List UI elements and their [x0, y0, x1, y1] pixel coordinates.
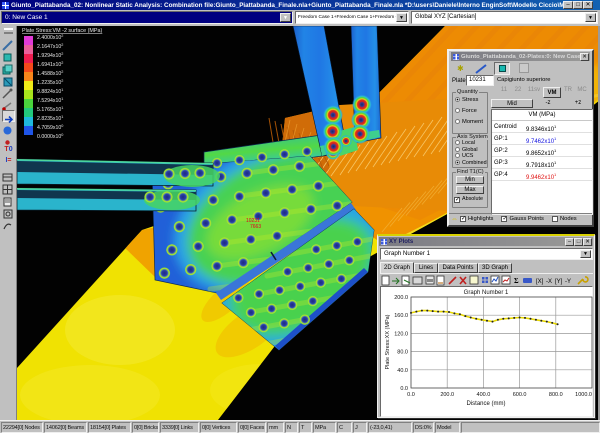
- svg-text:200.0: 200.0: [394, 295, 408, 301]
- svg-text:0.0: 0.0: [407, 392, 415, 398]
- svg-text:800.0: 800.0: [549, 392, 563, 398]
- svg-text:400.0: 400.0: [477, 392, 491, 398]
- svg-text:9.8824x101: 9.8824x101: [37, 88, 63, 95]
- svg-text:-X: -X: [546, 279, 552, 285]
- svg-text:Plate Stress:VM -2 surface (MP: Plate Stress:VM -2 surface (MPa): [22, 28, 102, 34]
- svg-text:Graph Number 1: Graph Number 1: [464, 290, 509, 296]
- svg-text:5.1765x101: 5.1765x101: [37, 106, 63, 113]
- svg-text:600.0: 600.0: [513, 392, 527, 398]
- svg-text:1.6941x102: 1.6941x102: [37, 61, 63, 68]
- svg-text:160.0: 160.0: [394, 313, 408, 319]
- svg-text:2.8235x101: 2.8235x101: [37, 115, 63, 122]
- svg-text:7663: 7663: [250, 224, 261, 230]
- svg-text:1000.0: 1000.0: [575, 392, 592, 398]
- svg-text:1.9294x102: 1.9294x102: [37, 52, 63, 59]
- svg-text:7.5294x101: 7.5294x101: [37, 97, 63, 104]
- svg-text:200.0: 200.0: [440, 392, 454, 398]
- svg-text:0.0000x100: 0.0000x100: [37, 133, 63, 140]
- svg-text:[Y]: [Y]: [555, 279, 563, 285]
- svg-text:2.1647x102: 2.1647x102: [37, 43, 63, 50]
- svg-text:40.0: 40.0: [397, 368, 408, 374]
- svg-text:80.0: 80.0: [397, 350, 408, 356]
- svg-text:Distance (mm): Distance (mm): [466, 401, 505, 407]
- svg-text:4.7059x100: 4.7059x100: [37, 124, 63, 131]
- svg-text:-Y: -Y: [565, 279, 571, 285]
- svg-text:Plate Stress:XX (MPa): Plate Stress:XX (MPa): [385, 314, 391, 369]
- svg-text:[X]: [X]: [536, 279, 544, 285]
- svg-text:1.2235x102: 1.2235x102: [37, 79, 63, 86]
- svg-text:1.4588x102: 1.4588x102: [37, 70, 63, 77]
- svg-text:120.0: 120.0: [394, 331, 408, 337]
- svg-text:Σ: Σ: [514, 277, 519, 285]
- svg-text:2.4000x102: 2.4000x102: [37, 34, 63, 41]
